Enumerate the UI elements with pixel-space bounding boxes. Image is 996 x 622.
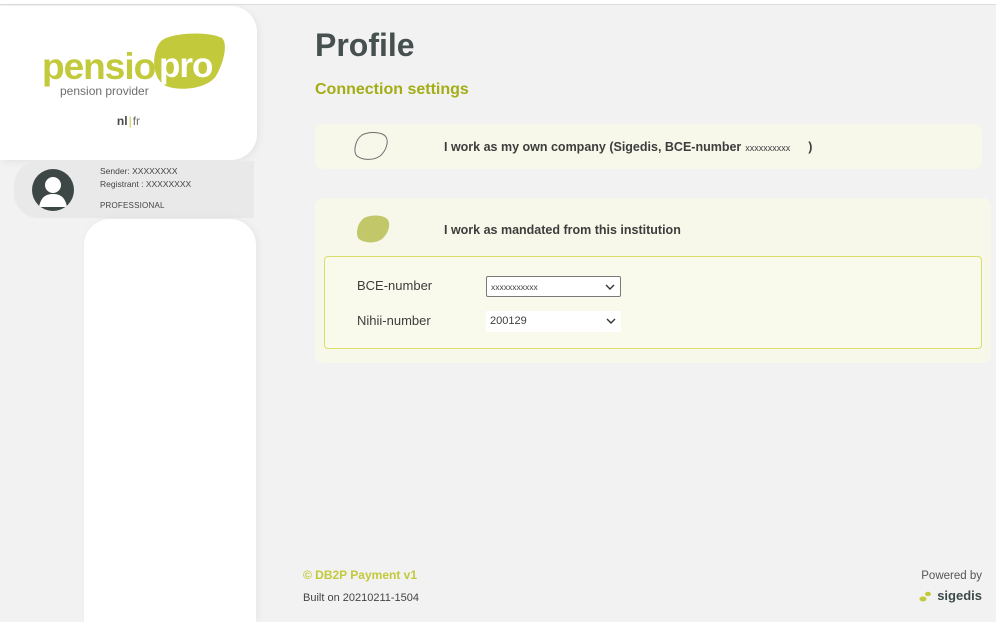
option-mandated: I work as mandated from this institution… [315, 198, 991, 363]
app-version: © DB2P Payment v1 [303, 568, 418, 582]
nihii-number-select[interactable]: 200129 [486, 311, 621, 332]
language-switcher: nl|fr [0, 114, 257, 128]
sigedis-word: sigedis [937, 588, 982, 603]
lang-fr-link[interactable]: fr [133, 114, 140, 128]
lang-nl-link[interactable]: nl [117, 114, 128, 128]
option-mandated-label: I work as mandated from this institution [444, 223, 681, 237]
sidebar-menu [84, 219, 256, 622]
build-info: Built on 20210211-1504 [303, 592, 420, 604]
bce-number-label: BCE-number [357, 278, 433, 293]
radio-unselected-icon[interactable] [353, 131, 389, 161]
page-title: Profile [315, 27, 415, 63]
top-border [0, 0, 996, 5]
lang-separator: | [128, 114, 132, 128]
option-own-label: I work as my own company (Sigedis, BCE-n… [444, 140, 813, 154]
nihii-number-value: 200129 [490, 315, 527, 327]
sender-text: Sender: XXXXXXXX [100, 166, 178, 176]
section-title: Connection settings [315, 81, 469, 98]
user-details: Sender: XXXXXXXX Registrant : XXXXXXXX P… [100, 165, 191, 212]
registrant-text: Registrant : XXXXXXXX [100, 179, 192, 189]
pension-pro-logo[interactable]: pension pro pension provider [40, 32, 225, 102]
avatar[interactable] [32, 169, 74, 211]
user-card: Sender: XXXXXXXX Registrant : XXXXXXXX P… [14, 161, 254, 218]
chevron-down-icon [606, 318, 616, 324]
sigedis-leaf-icon [919, 591, 932, 601]
powered-by-text: Powered by [921, 570, 982, 582]
logo-badge: pro [159, 46, 213, 85]
radio-selected-icon[interactable] [355, 214, 391, 244]
bce-number-select[interactable]: xxxxxxxxxxx [486, 276, 621, 297]
own-bce-value: xxxxxxxxxx [745, 143, 791, 153]
user-icon [39, 177, 67, 207]
nihii-number-label: Nihii-number [357, 313, 431, 328]
option-own-company[interactable]: I work as my own company (Sigedis, BCE-n… [315, 124, 982, 169]
institution-fields: BCE-number xxxxxxxxxxx Nihii-number 2001… [324, 256, 982, 349]
powered-by: Powered by sigedis [919, 570, 982, 603]
footer-info: © DB2P Payment v1 Built on 20210211-1504 [303, 568, 419, 604]
logo-subtitle: pension provider [60, 84, 149, 98]
chevron-down-icon [605, 284, 615, 290]
bce-number-value: xxxxxxxxxxx [491, 282, 538, 292]
logo-card: pension pro pension provider nl|fr [0, 6, 257, 160]
sigedis-logo[interactable]: sigedis [919, 588, 982, 603]
role-text: PROFESSIONAL [100, 201, 165, 210]
